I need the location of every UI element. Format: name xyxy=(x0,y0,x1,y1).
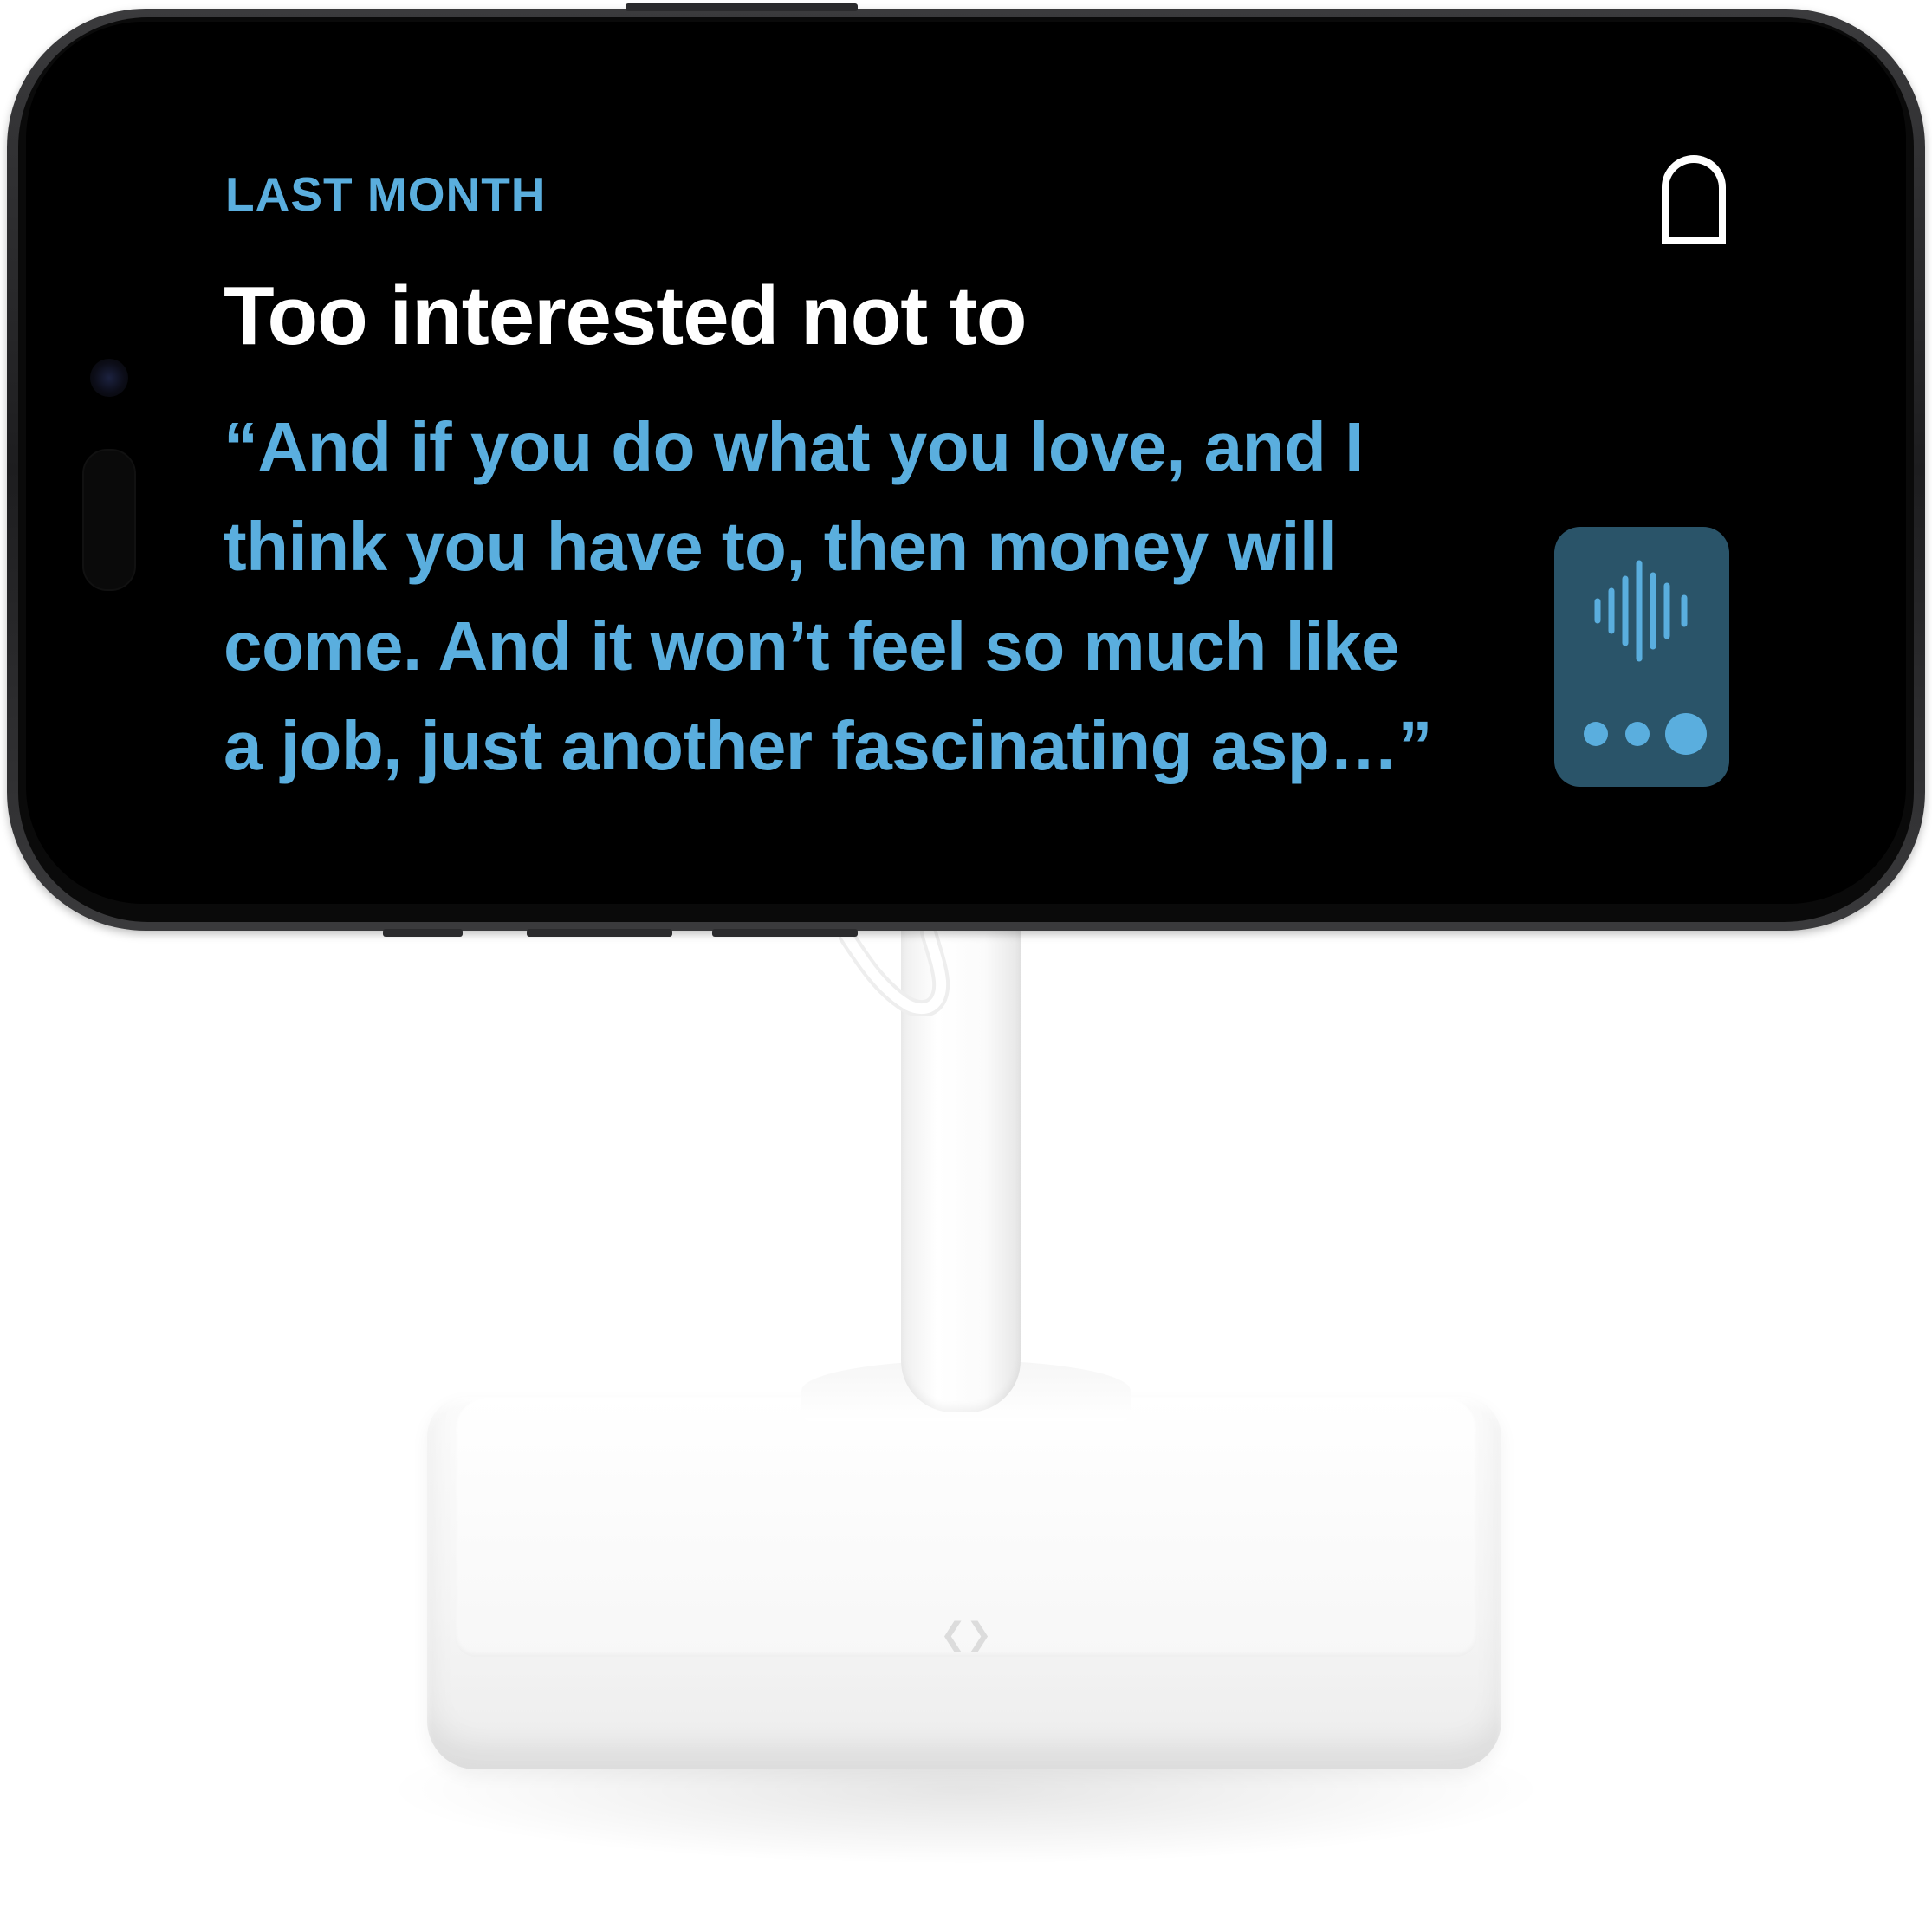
battery-indicator-icon xyxy=(1662,155,1726,244)
quote-line: think you have to, then money will xyxy=(224,508,1338,585)
time-label: LAST MONTH xyxy=(225,167,547,221)
side-button xyxy=(383,929,463,937)
page-dot xyxy=(1625,722,1650,746)
quote-text: “And if you do what you love, and I thin… xyxy=(224,397,1506,795)
stand-logo-icon: ❮❯ xyxy=(939,1616,993,1652)
action-button xyxy=(626,3,858,11)
page-dots[interactable] xyxy=(1554,712,1729,756)
dynamic-island xyxy=(82,449,136,591)
quote-line: “And if you do what you love, and I xyxy=(224,408,1364,485)
quote-line: come. And it won’t feel so much like xyxy=(224,607,1400,685)
cable-clip xyxy=(839,929,950,1016)
quote-line: a job, just another fascinating asp…” xyxy=(224,707,1433,784)
waveform-icon xyxy=(1594,560,1688,662)
volume-up-button xyxy=(527,929,672,937)
volume-down-button xyxy=(712,929,858,937)
page-dot xyxy=(1584,722,1608,746)
page-dot-active xyxy=(1665,713,1707,755)
siri-widget[interactable] xyxy=(1554,527,1729,787)
memory-title: Too interested not to xyxy=(224,269,1027,362)
front-camera xyxy=(90,359,128,397)
